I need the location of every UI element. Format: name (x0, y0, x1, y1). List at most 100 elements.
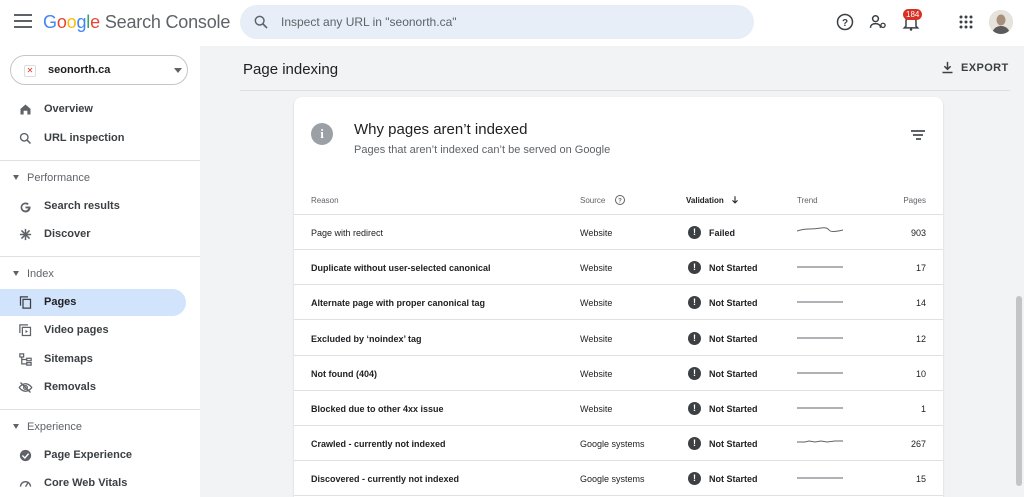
sidebar-divider (0, 256, 200, 257)
row-source: Website (580, 228, 613, 238)
table-row[interactable]: Alternate page with proper canonical tag… (294, 285, 943, 321)
trend-sparkline (797, 440, 843, 443)
apps-grid-icon[interactable] (956, 12, 976, 32)
alert-icon: ! (688, 261, 701, 275)
account-avatar[interactable] (989, 10, 1013, 34)
sidebar-item-video-pages[interactable]: Video pages (0, 317, 186, 344)
page-header: Page indexing EXPORT (200, 46, 1010, 90)
logo-letter: o (66, 12, 77, 32)
logo-letter: G (43, 12, 57, 32)
column-header-pages[interactable]: Pages (903, 196, 926, 205)
alert-icon: ! (688, 366, 701, 380)
sidebar-item-overview[interactable]: Overview (0, 96, 186, 123)
row-pages-count: 15 (915, 474, 926, 485)
row-pages-count: 10 (915, 368, 926, 379)
section-label: Index (27, 268, 54, 280)
sidebar-item-page-experience[interactable]: Page Experience (0, 442, 186, 469)
table-row[interactable]: Page with redirect Website! Failed 903 (294, 215, 943, 250)
row-reason: Duplicate without user-selected canonica… (311, 263, 491, 274)
logo-letter: g (76, 12, 87, 32)
sidebar-item-label: Discover (44, 228, 91, 240)
product-logo[interactable]: Google Search Console (43, 12, 230, 33)
sort-arrow-down-icon[interactable] (730, 195, 740, 205)
row-validation-status: Not Started (709, 298, 758, 309)
row-source: Google systems (580, 474, 645, 485)
row-validation-status: Not Started (709, 263, 758, 274)
table-row[interactable]: Not found (404) Website! Not Started 10 (294, 356, 943, 391)
collapse-triangle-icon (13, 424, 19, 429)
users-settings-icon[interactable] (868, 12, 888, 32)
page-scrollbar[interactable] (1014, 46, 1024, 497)
help-icon[interactable]: ? (835, 12, 855, 32)
table-row[interactable]: Blocked due to other 4xx issue Website! No… (294, 391, 943, 426)
column-header-source[interactable]: Source (580, 196, 605, 205)
video-pages-icon (19, 324, 32, 337)
help-icon[interactable]: ? (614, 194, 626, 206)
trend-sparkline (797, 266, 843, 268)
filter-icon-line (913, 134, 923, 136)
row-validation-status: Not Started (709, 439, 758, 450)
hamburger-icon-line (14, 20, 32, 22)
column-header-reason[interactable]: Reason (311, 196, 339, 205)
sidebar-section-experience[interactable]: Experience (0, 417, 186, 437)
row-validation-status: Failed (709, 228, 736, 238)
sidebar-item-pages[interactable]: Pages (0, 289, 186, 316)
row-pages-count: 12 (915, 333, 926, 344)
svg-text:?: ? (618, 198, 622, 204)
sidebar-divider (0, 160, 200, 161)
why-not-indexed-card: i Why pages aren’t indexed Pages that ar… (294, 97, 943, 497)
filter-icon-line (915, 138, 921, 140)
row-pages-count: 14 (915, 298, 926, 309)
row-source: Website (580, 333, 613, 344)
pages-icon (19, 296, 32, 309)
sidebar-item-label: Core Web Vitals (44, 477, 128, 489)
main-menu-button[interactable] (14, 14, 32, 28)
sidebar-item-sitemaps[interactable]: Sitemaps (0, 346, 186, 373)
trend-sparkline (797, 337, 843, 339)
hamburger-icon-line (14, 14, 32, 16)
row-validation-status: Not Started (709, 474, 758, 485)
property-selector[interactable]: ✕ seonorth.ca (10, 55, 188, 85)
sidebar-section-performance[interactable]: Performance (0, 168, 186, 188)
row-source: Website (580, 298, 613, 309)
sidebar-item-label: Search results (44, 200, 120, 212)
scrollbar-thumb[interactable] (1016, 296, 1022, 486)
search-placeholder: Inspect any URL in "seonorth.ca" (281, 15, 457, 29)
sidebar-item-core-web-vitals[interactable]: Core Web Vitals (0, 470, 186, 497)
search-icon (254, 15, 268, 29)
row-reason: Excluded by ‘noindex’ tag (311, 333, 422, 344)
table-row[interactable]: Excluded by ‘noindex’ tag Website! Not Sta… (294, 321, 943, 356)
row-validation-status: Not Started (709, 368, 758, 379)
alert-icon: ! (688, 437, 701, 451)
table-header: Reason Source ? Validation Trend Pages (294, 185, 943, 215)
filter-button[interactable] (911, 130, 925, 142)
alert-icon: ! (688, 226, 701, 239)
sidebar-item-search-results[interactable]: Search results (0, 193, 186, 220)
export-label: EXPORT (961, 62, 1009, 74)
sidebar-item-url-inspection[interactable]: URL inspection (0, 125, 186, 152)
sidebar-item-removals[interactable]: Removals (0, 374, 186, 401)
notifications-badge: 184 (903, 9, 923, 20)
main-content: Page indexing EXPORT i Why pages aren’t … (200, 46, 1010, 497)
avatar-image (989, 10, 1013, 34)
page-title: Page indexing (243, 61, 339, 78)
card-subtitle: Pages that aren’t indexed can’t be serve… (354, 144, 611, 156)
table-row[interactable]: Crawled - currently not indexed Google sy… (294, 426, 943, 462)
row-validation-status: Not Started (709, 333, 758, 344)
sidebar-item-label: Sitemaps (44, 353, 93, 365)
sidebar-item-discover[interactable]: Discover (0, 221, 186, 248)
alert-icon: ! (688, 296, 701, 310)
site-favicon-icon: ✕ (24, 65, 36, 77)
url-inspection-search[interactable]: Inspect any URL in "seonorth.ca" (240, 5, 754, 39)
row-source: Website (580, 404, 613, 414)
logo-letter: e (90, 12, 100, 32)
trend-sparkline (797, 372, 843, 374)
row-pages-count: 1 (920, 404, 926, 414)
page-experience-icon (19, 449, 32, 462)
trend-sparkline (797, 227, 844, 232)
table-row[interactable]: Duplicate without user-selected canonica… (294, 250, 943, 286)
info-icon: i (311, 123, 333, 145)
table-row[interactable]: Discovered - currently not indexed Google… (294, 461, 943, 497)
sidebar-section-index[interactable]: Index (0, 264, 186, 284)
column-header-validation[interactable]: Validation (686, 196, 724, 205)
